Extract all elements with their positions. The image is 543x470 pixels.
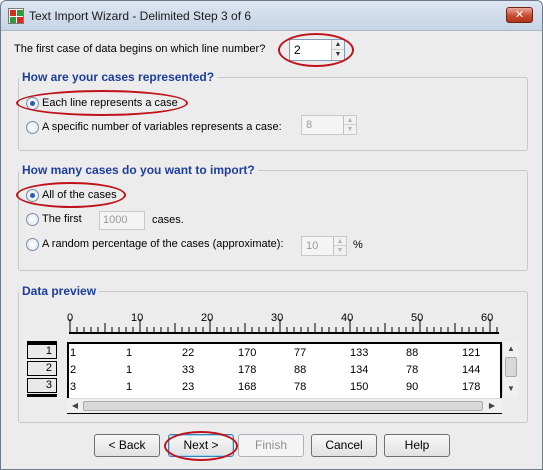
- close-button[interactable]: ✕: [506, 7, 533, 23]
- import-cases-title: How many cases do you want to import?: [19, 163, 258, 177]
- preview-cell: 150: [350, 381, 369, 393]
- highlight-first-case: [278, 33, 354, 67]
- preview-cell: 1: [126, 381, 133, 393]
- random-percentage-label[interactable]: A random percentage of the cases (approx…: [42, 238, 284, 250]
- preview-cell: 23: [182, 381, 195, 393]
- highlight-each-line: [16, 90, 188, 116]
- ruler-label: 0: [67, 312, 74, 324]
- preview-cell: 133: [350, 347, 369, 359]
- preview-cell: 144: [462, 364, 481, 376]
- ruler-label: 10: [131, 312, 144, 324]
- spin-up-icon[interactable]: ▲: [344, 116, 356, 125]
- scroll-up-icon[interactable]: ▲: [504, 342, 518, 356]
- preview-cell: 134: [350, 364, 369, 376]
- radio-specific-variables[interactable]: [26, 121, 39, 134]
- first-case-label: The first case of data begins on which l…: [14, 43, 266, 55]
- spin-up-icon[interactable]: ▲: [334, 237, 346, 246]
- preview-cell: 178: [238, 364, 257, 376]
- preview-cell: 78: [406, 364, 419, 376]
- row-number: 3: [27, 378, 57, 393]
- preview-cell: 1: [126, 347, 133, 359]
- variables-per-case-spinner[interactable]: 8 ▲ ▼: [301, 115, 357, 135]
- highlight-next: [164, 431, 238, 461]
- ruler-label: 20: [201, 312, 214, 324]
- preview-cell: 168: [238, 381, 257, 393]
- scroll-left-icon[interactable]: ◀: [68, 399, 82, 413]
- preview-cell: 121: [462, 347, 481, 359]
- preview-cell: 1: [126, 364, 133, 376]
- preview-cell: 1: [70, 347, 77, 359]
- ruler-label: 50: [411, 312, 424, 324]
- help-button[interactable]: Help: [384, 434, 450, 457]
- spss-data-icon: [8, 8, 24, 24]
- preview-cell: 88: [294, 364, 307, 376]
- highlight-all-cases: [16, 182, 126, 208]
- first-n-label[interactable]: The first: [42, 213, 82, 225]
- data-preview-title: Data preview: [19, 284, 100, 298]
- preview-cell: 178: [462, 381, 481, 393]
- preview-cell: 90: [406, 381, 419, 393]
- preview-cell: 77: [294, 347, 307, 359]
- scroll-down-icon[interactable]: ▼: [504, 382, 518, 396]
- row-number: 2: [27, 361, 57, 376]
- title-bar[interactable]: Text Import Wizard - Delimited Step 3 of…: [1, 1, 542, 31]
- row-header-bottom-border: [27, 394, 57, 397]
- scroll-right-icon[interactable]: ▶: [485, 399, 499, 413]
- ruler-label: 40: [341, 312, 354, 324]
- random-percentage-value: 10: [306, 240, 319, 252]
- variables-per-case-value: 8: [306, 119, 313, 131]
- preview-cell: 33: [182, 364, 195, 376]
- preview-cell: 3: [70, 381, 77, 393]
- preview-cell: 22: [182, 347, 195, 359]
- preview-horizontal-scrollbar[interactable]: ◀ ▶: [67, 398, 502, 413]
- back-button[interactable]: < Back: [94, 434, 160, 457]
- random-percentage-spinner[interactable]: 10 ▲ ▼: [301, 236, 347, 256]
- cancel-button[interactable]: Cancel: [311, 434, 377, 457]
- scroll-thumb[interactable]: [83, 401, 483, 411]
- radio-random-percentage[interactable]: [26, 238, 39, 251]
- preview-cell: 78: [294, 381, 307, 393]
- row-number: 1: [27, 344, 57, 359]
- spin-down-icon[interactable]: ▼: [344, 125, 356, 134]
- preview-cell: 170: [238, 347, 257, 359]
- finish-button[interactable]: Finish: [238, 434, 304, 457]
- ruler-label: 60: [481, 312, 494, 324]
- ruler-label: 30: [271, 312, 284, 324]
- first-n-cases-input[interactable]: 1000: [99, 211, 145, 230]
- specific-variables-label[interactable]: A specific number of variables represent…: [42, 121, 282, 133]
- radio-first-n-cases[interactable]: [26, 213, 39, 226]
- first-n-suffix: cases.: [152, 214, 184, 226]
- text-import-wizard-window: Text Import Wizard - Delimited Step 3 of…: [0, 0, 543, 470]
- spin-down-icon[interactable]: ▼: [334, 246, 346, 255]
- preview-cell: 2: [70, 364, 77, 376]
- window-title: Text Import Wizard - Delimited Step 3 of…: [29, 9, 252, 23]
- variables-spin-arrows: ▲ ▼: [343, 116, 356, 134]
- preview-cell: 88: [406, 347, 419, 359]
- scroll-thumb[interactable]: [505, 357, 517, 377]
- percentage-spin-arrows: ▲ ▼: [333, 237, 346, 255]
- percent-sign: %: [353, 239, 363, 251]
- preview-vertical-scrollbar[interactable]: ▲ ▼: [502, 342, 518, 397]
- cases-represented-title: How are your cases represented?: [19, 70, 218, 84]
